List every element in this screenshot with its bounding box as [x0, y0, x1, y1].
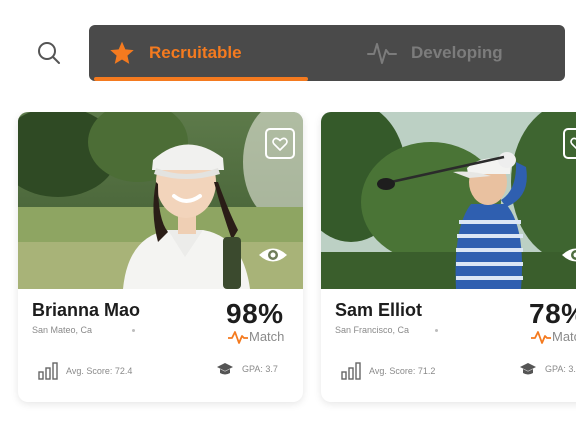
- player-name: Sam Elliot: [335, 300, 423, 320]
- match-label: Match: [249, 329, 285, 344]
- match-label: Match: [552, 329, 576, 344]
- star-icon: [110, 41, 134, 64]
- avg-score-stat: Avg. Score: 71.2: [341, 362, 435, 380]
- match-percentage: 98%: [226, 298, 284, 329]
- player-photo: [321, 112, 576, 289]
- gpa-text: GPA: 3.7: [242, 364, 278, 374]
- pulse-icon: [228, 330, 248, 344]
- tab-developing[interactable]: Developing: [367, 25, 565, 81]
- player-card[interactable]: Brianna Mao San Mateo, Ca 98% Match Avg.…: [18, 112, 303, 402]
- tab-recruitable[interactable]: Recruitable: [109, 25, 309, 81]
- graduation-cap-icon: [217, 363, 233, 375]
- pulse-icon: [531, 330, 551, 344]
- gpa-text: GPA: 3.5: [545, 364, 576, 374]
- bar-chart-icon: [38, 362, 58, 380]
- search-button[interactable]: [34, 38, 64, 68]
- favorite-button[interactable]: [265, 128, 295, 159]
- match-indicator: Match: [531, 329, 576, 344]
- heart-icon: [570, 137, 576, 149]
- player-name: Brianna Mao: [32, 300, 141, 320]
- eye-icon: [259, 248, 287, 262]
- activity-icon: [367, 43, 397, 64]
- player-card[interactable]: Sam Elliot San Francisco, Ca 78% Match A…: [321, 112, 576, 402]
- view-profile-button[interactable]: [561, 245, 576, 265]
- active-tab-indicator: [94, 77, 308, 81]
- player-card-list[interactable]: Brianna Mao San Mateo, Ca 98% Match Avg.…: [0, 112, 576, 412]
- separator-dot: [132, 329, 135, 332]
- gpa-stat: GPA: 3.7: [216, 362, 278, 376]
- player-location: San Mateo, Ca: [32, 325, 93, 335]
- favorite-button[interactable]: [563, 128, 576, 159]
- tab-developing-label: Developing: [411, 43, 503, 62]
- separator-dot: [435, 329, 438, 332]
- bar-chart-icon: [341, 362, 361, 380]
- view-profile-button[interactable]: [258, 245, 288, 265]
- avg-score-text: Avg. Score: 72.4: [66, 366, 133, 376]
- match-percentage: 78%: [529, 298, 576, 329]
- eye-icon: [562, 248, 576, 262]
- tab-recruitable-label: Recruitable: [149, 43, 242, 62]
- heart-icon: [272, 137, 288, 151]
- avg-score-text: Avg. Score: 71.2: [369, 366, 436, 376]
- search-icon: [38, 42, 60, 64]
- gpa-stat: GPA: 3.5: [519, 362, 576, 376]
- player-photo: [18, 112, 303, 289]
- graduation-cap-icon: [520, 363, 536, 375]
- player-location: San Francisco, Ca: [335, 325, 410, 335]
- segment-tab-bar: Recruitable Developing: [89, 25, 565, 81]
- match-indicator: Match: [228, 329, 284, 344]
- avg-score-stat: Avg. Score: 72.4: [38, 362, 132, 380]
